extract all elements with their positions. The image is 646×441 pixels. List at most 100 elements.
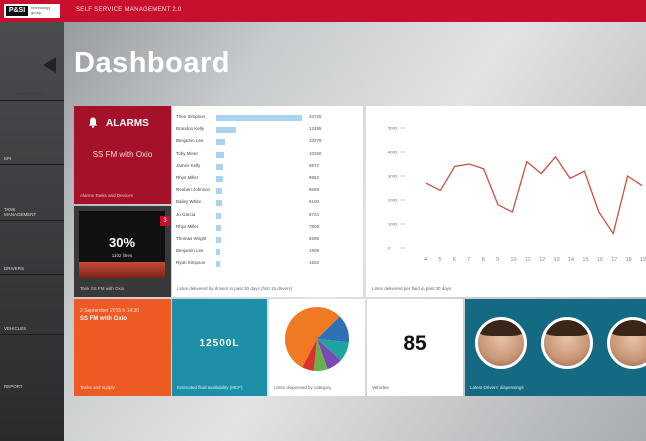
tank-footer: Tank SS FM with Oxio (80, 286, 125, 291)
driver-avatar[interactable] (475, 317, 527, 369)
driver-bar (216, 176, 224, 182)
alarms-title: ALARMS (106, 118, 149, 129)
driver-bar (216, 200, 223, 207)
driver-value: 1502 (309, 260, 320, 266)
driver-bar (216, 115, 302, 121)
driver-value: 1909 (309, 248, 320, 254)
sidebar-item-label: REPORT (4, 384, 23, 389)
driver-row[interactable]: Benjamin Lee 10278 (172, 136, 363, 147)
vehicles-tile[interactable]: 85 Vehicles (367, 299, 463, 396)
sidebar-item-label: VEHICLES (4, 326, 27, 331)
drivers-chart-tile[interactable]: Theo Simpson 34725 Brandon Kelly 12495 Benja… (172, 106, 363, 297)
driver-value: 34725 (309, 114, 322, 119)
driver-bar (216, 188, 223, 195)
alarms-subtitle: SS FM with Oxio (92, 150, 153, 159)
y-tick-label: 0 (388, 246, 391, 251)
x-tick-label: 19 (640, 257, 646, 263)
pie-footer: Litres dispensed by category (274, 385, 332, 390)
sidebar-item-vehicles[interactable]: VEHICLES (0, 274, 64, 335)
y-tick-label: 4000 (388, 150, 398, 155)
driver-bar (216, 249, 220, 256)
driver-row[interactable]: Benjamin Lee 1909 (172, 246, 363, 257)
driver-row[interactable]: Reuben Johnson 9668 (172, 185, 363, 196)
driver-row[interactable]: Jo Garcia 8724 (172, 210, 363, 221)
y-tick-label: 2000 (388, 198, 398, 203)
driver-row[interactable]: Rhys Miller 9852 (172, 173, 363, 184)
tank-gauge: 30% 1102 litres (79, 211, 165, 278)
x-tick-label: 16 (597, 257, 603, 263)
sidebar-item-label: KPI (4, 156, 12, 161)
x-tick-label: 8 (482, 257, 485, 263)
x-tick-label: 9 (496, 257, 499, 263)
driver-name: Brandon Kelly (176, 126, 205, 132)
bell-icon (88, 117, 98, 128)
tank-liters: 1102 litres (111, 253, 133, 258)
driver-value: 10278 (309, 138, 322, 144)
driver-avatar[interactable] (541, 317, 593, 369)
driver-row[interactable]: Toby Miner 10260 (172, 149, 363, 160)
driver-avatar[interactable] (607, 317, 646, 369)
tank-percent: 30% (108, 235, 136, 250)
driver-row[interactable]: Brandon Kelly 12495 (172, 124, 363, 135)
back-arrow-icon[interactable] (43, 57, 56, 73)
availability-tile[interactable]: 12500L Estimated fluid availability (MCF… (172, 299, 267, 396)
sidebar-item-kpi[interactable]: KPI (0, 100, 64, 165)
driver-bar (216, 139, 225, 146)
driver-row[interactable]: Ryan Simpson 1502 (172, 258, 363, 269)
last-refill-tile[interactable]: 2 September 2015 h 14:30 SS FM with Oxio… (74, 299, 171, 396)
tank-level-tile[interactable]: 30% 1102 litres 3 Tank SS FM with Oxio (74, 206, 171, 297)
x-tick-label: 6 (453, 257, 456, 263)
driver-name: Benjamin Lee (176, 248, 204, 254)
driver-name: Thomas Wright (176, 236, 207, 241)
driver-value: 9852 (309, 175, 320, 180)
x-tick-label: 17 (611, 257, 617, 263)
x-tick-label: 12 (539, 257, 545, 263)
driver-value: 10260 (309, 150, 322, 156)
refill-tank: SS FM with Oxio (80, 316, 128, 322)
driver-row[interactable]: James Kelly 9872 (172, 161, 363, 172)
sidebar-item-report[interactable]: REPORT (0, 334, 64, 393)
latest-drivers-tile[interactable]: Latest Drivers' dispensings (465, 299, 646, 396)
driver-row[interactable]: Thomas Wright 5998 (172, 234, 363, 245)
latest-footer: Latest Drivers' dispensings (470, 385, 524, 390)
x-tick-label: 13 (554, 257, 560, 263)
x-tick-label: 10 (510, 257, 516, 263)
driver-name: Bailey White (176, 199, 202, 205)
driver-row[interactable]: Bailey White 9190 (172, 197, 363, 208)
y-tick-label: 3000 (388, 174, 398, 179)
driver-row[interactable]: Theo Simpson 34725 (172, 112, 363, 123)
driver-bar (216, 212, 222, 219)
alert-badge: 3 (160, 216, 170, 226)
driver-name: Rhys Miller (176, 223, 199, 229)
logo-mark: P&SI (6, 6, 28, 16)
driver-bar (216, 151, 225, 158)
x-tick-label: 18 (626, 257, 632, 263)
driver-bar (216, 163, 224, 170)
pie-chart-tile[interactable]: Litres dispensed by category (269, 299, 365, 396)
breadcrumb[interactable]: DASHBOARD (18, 91, 43, 96)
x-tick-label: 11 (525, 257, 531, 263)
driver-value: 7809 (309, 223, 320, 229)
tank-fill (79, 261, 165, 278)
driver-name: Rhys Miller (176, 175, 199, 180)
y-tick-label: 5000 (388, 126, 398, 131)
driver-bar (216, 224, 222, 231)
driver-name: Jo Garcia (176, 211, 196, 217)
refill-footer: Tanks and supply (80, 385, 115, 390)
sidebar-item-label: DRIVERS (4, 266, 25, 271)
line-chart-tile[interactable]: 5000 4000 3000 2000 1000 0 4 5 6 7 8 9 10 11 12 13 14 15 1… (366, 106, 646, 297)
top-bar: P&SI technology group SELF SERVICE MANAG… (0, 0, 646, 22)
page-title: Dashboard (74, 47, 230, 79)
driver-name: James Kelly (176, 162, 201, 168)
driver-value: 12495 (309, 126, 322, 132)
vehicles-footer: Vehicles (372, 385, 389, 390)
sidebar-item-tank-management[interactable]: TANK MANAGEMENT (0, 164, 64, 221)
x-tick-label: 7 (467, 257, 470, 263)
alarms-tile[interactable]: ALARMS SS FM with Oxio Alarms Tanks and … (74, 106, 171, 204)
driver-value: 5998 (309, 236, 320, 241)
driver-value: 8724 (309, 211, 320, 217)
driver-row[interactable]: Rhys Miller 7809 (172, 222, 363, 233)
sidebar-item-drivers[interactable]: DRIVERS (0, 220, 64, 275)
driver-bar (216, 237, 221, 243)
avatar-hair (544, 320, 590, 336)
